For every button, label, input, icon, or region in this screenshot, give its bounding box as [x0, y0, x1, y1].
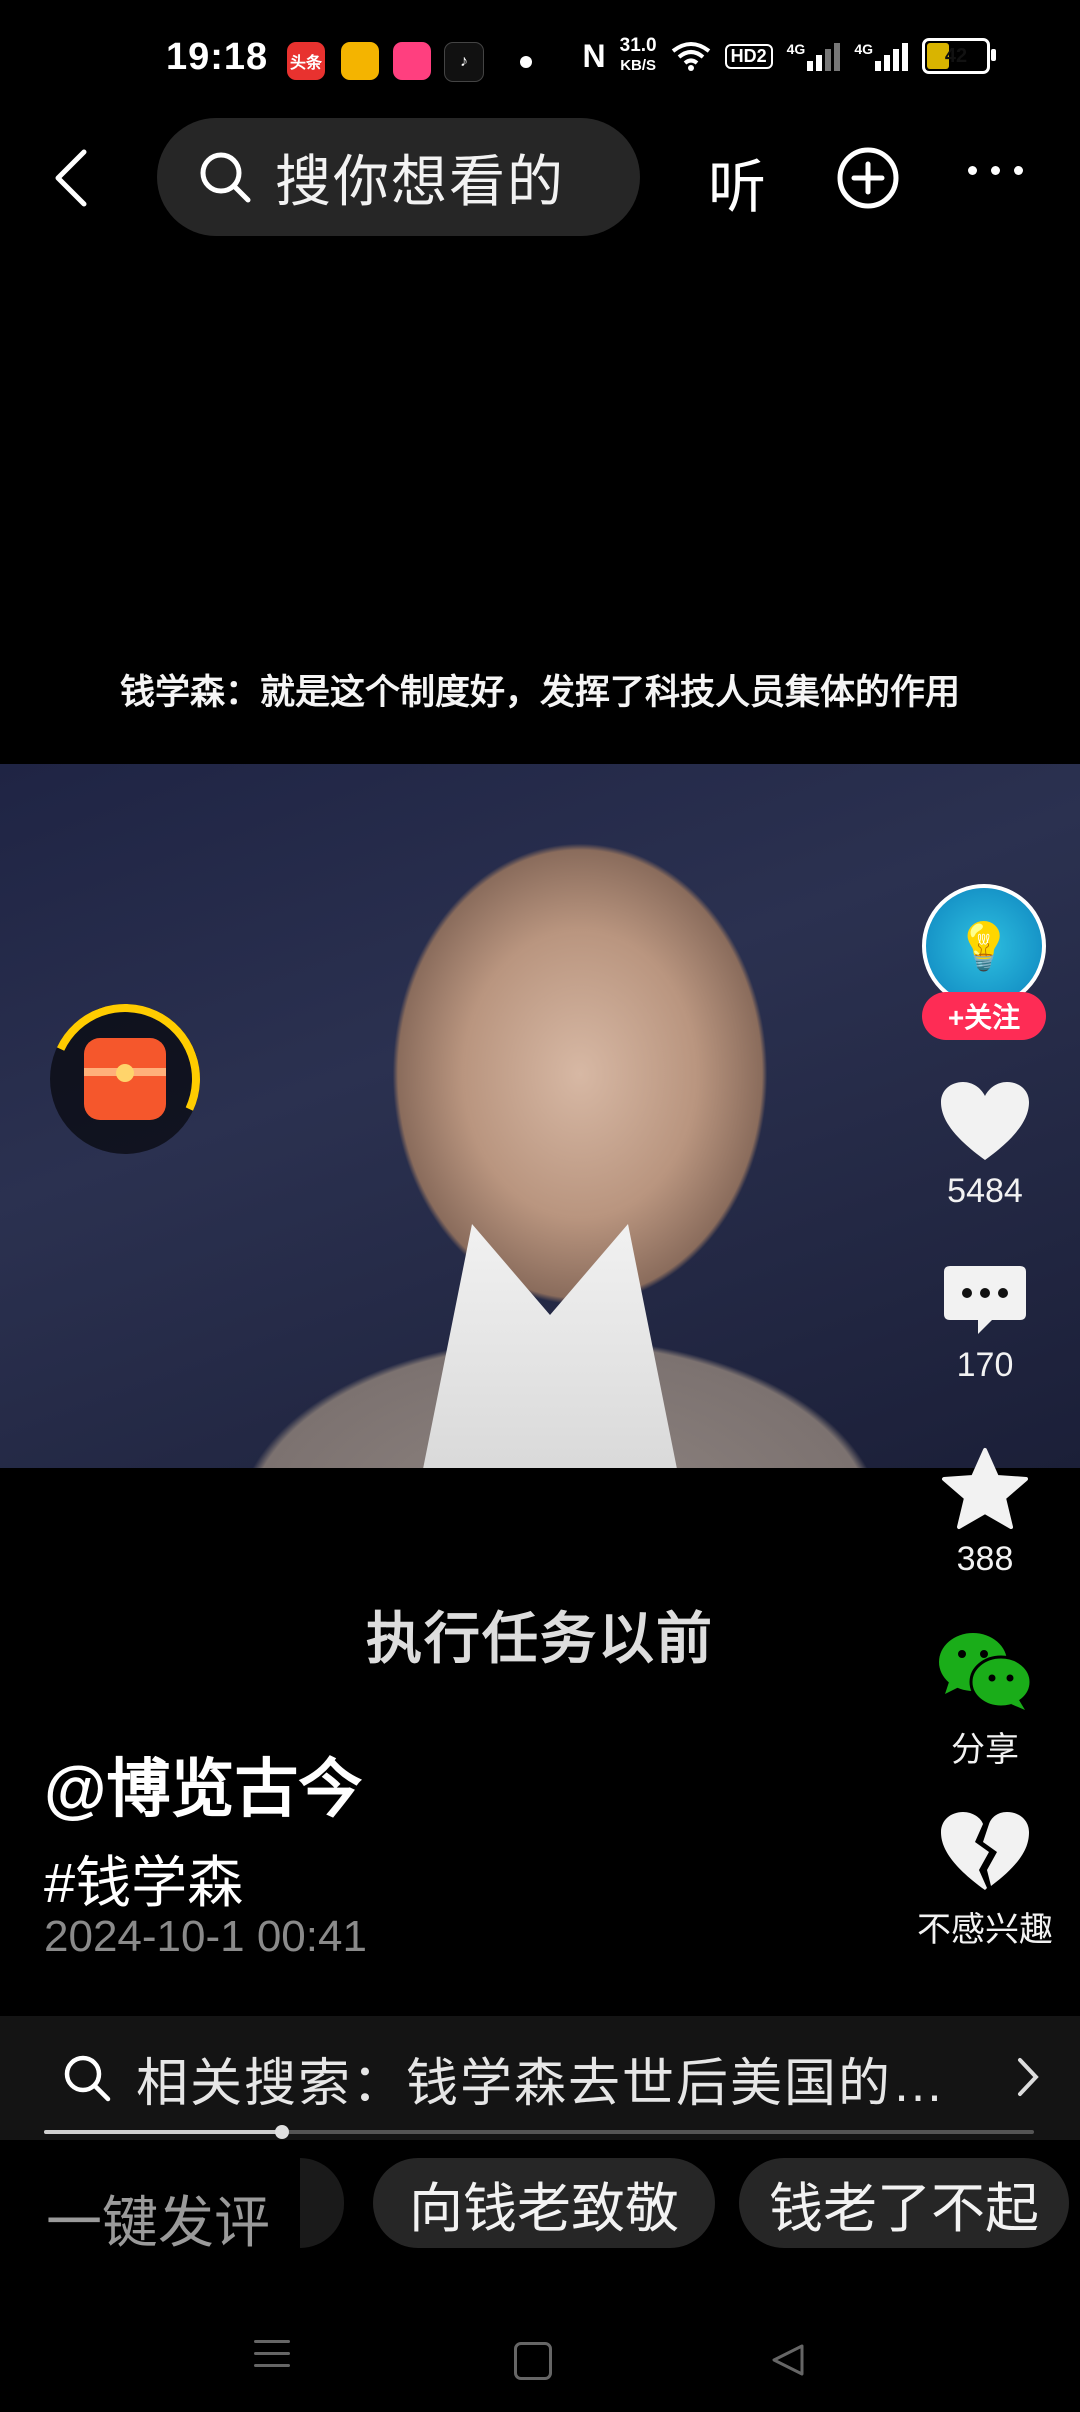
- playback-progress-bar[interactable]: [44, 2125, 1034, 2139]
- back-triangle-icon[interactable]: [770, 2342, 806, 2378]
- more-options-button[interactable]: [968, 166, 1023, 175]
- favorite-count: 388: [956, 1540, 1014, 1578]
- menu-line-icon: [254, 2364, 290, 2367]
- wechat-icon: [939, 1633, 1033, 1710]
- like-count: 5484: [947, 1172, 1023, 1210]
- comment-chip-1[interactable]: 向钱老致敬: [373, 2158, 715, 2248]
- search-placeholder: 搜你想看的: [275, 149, 565, 213]
- playback-progress-fill: [44, 2130, 282, 2134]
- back-button[interactable]: [40, 140, 100, 216]
- comment-count: 170: [956, 1346, 1014, 1384]
- sim1-label: 4G: [786, 41, 806, 57]
- hidden-chip-edge: [300, 2158, 344, 2248]
- star-icon: [942, 1448, 1028, 1529]
- plus-circle-icon: [837, 147, 899, 209]
- recent-apps-button[interactable]: [254, 2340, 290, 2376]
- favorite-button[interactable]: 388: [900, 1446, 1070, 1579]
- signal-sim2: 4G: [854, 41, 908, 71]
- lightbulb-icon: 💡: [955, 919, 1013, 972]
- like-button[interactable]: 5484: [900, 1080, 1070, 1211]
- red-packet-icon: [84, 1038, 166, 1120]
- net-speed-unit: KB/S: [620, 57, 657, 74]
- net-speed: 31.0 KB/S: [620, 36, 657, 76]
- sim2-label: 4G: [854, 41, 873, 57]
- battery-icon: 42: [922, 38, 996, 74]
- not-interested-button[interactable]: 不感兴趣: [900, 1810, 1070, 1951]
- signal-sim1: 4G: [787, 41, 841, 71]
- battery-level: 42: [944, 44, 968, 67]
- status-time: 19:18: [166, 36, 269, 78]
- heart-icon: [941, 1082, 1029, 1160]
- toutiao-app-icon: 头条: [287, 42, 325, 80]
- author-name[interactable]: @博览古今: [44, 1738, 362, 1830]
- system-navigation-bar: [0, 2290, 1080, 2412]
- related-search-text: 相关搜索：钱学森去世后美国的…: [136, 2054, 947, 2113]
- signal-bars-2-icon: [875, 41, 908, 71]
- follow-button[interactable]: +关注: [922, 992, 1046, 1040]
- video-caption-top: 钱学森：就是这个制度好，发挥了科技人员集体的作用: [119, 673, 960, 712]
- tiktok-app-icon: ♪: [444, 42, 484, 82]
- search-icon: [64, 2055, 111, 2102]
- more-dot-icon: [991, 166, 1000, 175]
- signal-bars-1-icon: [807, 41, 841, 71]
- author-avatar[interactable]: 💡: [922, 884, 1046, 1008]
- share-button[interactable]: 分享: [900, 1628, 1070, 1771]
- net-speed-value: 31.0: [619, 35, 657, 56]
- video-subject-collar: [420, 1224, 680, 1468]
- more-dot-icon: [968, 166, 977, 175]
- more-dot-icon: [1014, 166, 1023, 175]
- hashtag-link[interactable]: #钱学森: [44, 1838, 243, 1919]
- home-button[interactable]: [514, 2342, 552, 2380]
- search-icon: [200, 152, 251, 203]
- listen-button[interactable]: 听: [708, 140, 766, 224]
- shopping-app-icon: [393, 42, 431, 80]
- playback-progress-handle[interactable]: [274, 2125, 289, 2139]
- share-label: 分享: [951, 1731, 1019, 1769]
- quick-comment-button[interactable]: 一键发评: [46, 2178, 270, 2259]
- broken-heart-icon: [941, 1812, 1029, 1890]
- chevron-left-icon: [55, 149, 87, 207]
- nfc-icon: N: [582, 37, 606, 74]
- wifi-icon: [671, 42, 710, 71]
- comment-button[interactable]: 170: [900, 1262, 1070, 1385]
- hd-voice-badge: HD2: [724, 43, 773, 69]
- menu-line-icon: [254, 2340, 290, 2343]
- notes-app-icon: [341, 42, 379, 80]
- red-packet-button[interactable]: [28, 982, 222, 1176]
- chevron-right-icon: [1018, 2058, 1039, 2096]
- status-bar: 19:18 头条 ♪ N 31.0 KB/S HD2 4G 4G 42: [0, 0, 1080, 125]
- post-datetime: 2024-10-1 00:41: [44, 1912, 367, 1961]
- search-bar[interactable]: 搜你想看的: [157, 118, 640, 236]
- notification-dot-icon: [520, 56, 532, 68]
- add-button[interactable]: [836, 146, 900, 215]
- status-indicators: N 31.0 KB/S HD2 4G 4G 42: [582, 36, 996, 76]
- comment-bubble-icon: [944, 1266, 1026, 1334]
- comment-chip-2[interactable]: 钱老了不起: [739, 2158, 1069, 2248]
- not-interested-label: 不感兴趣: [917, 1911, 1053, 1949]
- menu-line-icon: [254, 2352, 290, 2355]
- related-search-bar[interactable]: 相关搜索：钱学森去世后美国的…: [0, 2016, 1080, 2140]
